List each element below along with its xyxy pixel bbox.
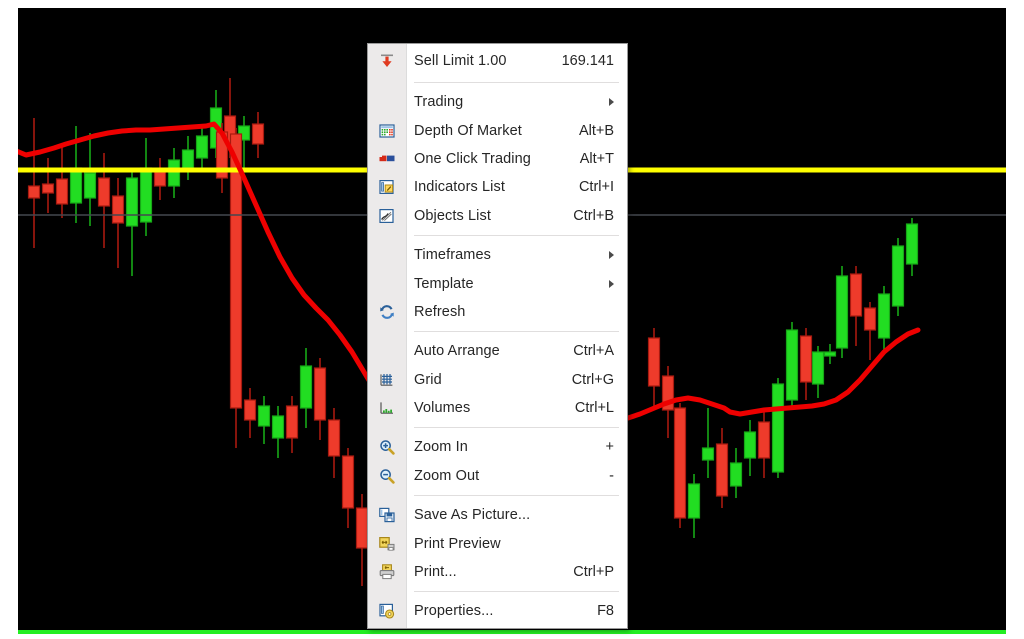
indicators-list-icon: [368, 173, 406, 201]
menu-item-sell-limit[interactable]: Sell Limit 1.00 169.141: [368, 44, 627, 77]
menu-separator: [414, 82, 619, 83]
menu-item-properties[interactable]: Properties... F8: [368, 597, 627, 625]
menu-item-refresh[interactable]: Refresh: [368, 298, 627, 326]
menu-item-indicators-list[interactable]: Indicators List Ctrl+I: [368, 173, 627, 201]
menu-separator: [414, 591, 619, 593]
menu-item-shortcut: 169.141: [561, 52, 614, 69]
objects-list-icon: [368, 202, 406, 230]
menu-item-zoom-out[interactable]: Zoom Out -: [368, 462, 627, 490]
grid-icon: [368, 366, 406, 394]
menu-item-shortcut: -: [609, 467, 614, 484]
menu-item-shortcut: Ctrl+G: [571, 371, 614, 388]
zoom-in-icon: [368, 433, 406, 461]
menu-item-depth-of-market[interactable]: Depth Of Market Alt+B: [368, 116, 627, 144]
sell-limit-arrow-icon: [368, 44, 406, 77]
save-as-picture-icon: [368, 501, 406, 529]
zoom-out-icon: [368, 462, 406, 490]
menu-item-shortcut: F8: [597, 603, 614, 620]
one-click-trading-icon: [368, 145, 406, 173]
menu-item-label: Auto Arrange: [414, 343, 500, 360]
menu-item-label: Objects List: [414, 207, 491, 224]
chevron-right-icon: [609, 251, 614, 260]
menu-item-trading[interactable]: Trading: [368, 88, 627, 116]
bottom-accent-strip: [18, 630, 1006, 634]
menu-item-no-icon: [368, 269, 406, 297]
menu-item-label: Indicators List: [414, 179, 505, 196]
menu-item-label: Refresh: [414, 303, 466, 320]
menu-item-zoom-in[interactable]: Zoom In +: [368, 433, 627, 461]
menu-separator: [414, 427, 619, 429]
screenshot-root: Sell Limit 1.00 169.141 Trading Depth Of Ma…: [0, 0, 1024, 639]
menu-separator: [414, 331, 619, 333]
print-preview-icon: [368, 529, 406, 557]
menu-item-label: Sell Limit 1.00: [414, 52, 507, 69]
menu-item-label: Timeframes: [414, 247, 491, 264]
menu-item-shortcut: Ctrl+P: [573, 564, 614, 581]
menu-item-shortcut: +: [605, 439, 614, 456]
menu-separator: [414, 234, 619, 236]
depth-of-market-icon: [368, 116, 406, 144]
menu-item-shortcut: Ctrl+A: [573, 343, 614, 360]
menu-item-label: Print...: [414, 564, 457, 581]
menu-item-shortcut: Alt+B: [578, 122, 614, 139]
menu-item-template[interactable]: Template: [368, 269, 627, 297]
menu-item-no-icon: [368, 88, 406, 116]
menu-item-label: Save As Picture...: [414, 507, 531, 524]
menu-item-one-click-trading[interactable]: One Click Trading Alt+T: [368, 145, 627, 173]
menu-item-grid[interactable]: Grid Ctrl+G: [368, 366, 627, 394]
menu-item-label: Grid: [414, 371, 442, 388]
menu-item-no-icon: [368, 337, 406, 365]
chevron-right-icon: [609, 279, 614, 288]
menu-item-save-as-picture[interactable]: Save As Picture...: [368, 501, 627, 529]
menu-item-shortcut: Ctrl+B: [573, 207, 614, 224]
menu-item-label: Zoom In: [414, 439, 468, 456]
menu-item-list: Sell Limit 1.00 169.141 Trading Depth Of Ma…: [368, 44, 627, 626]
menu-item-auto-arrange[interactable]: Auto Arrange Ctrl+A: [368, 337, 627, 365]
menu-item-no-icon: [368, 241, 406, 269]
volumes-icon: [368, 394, 406, 422]
menu-item-label: One Click Trading: [414, 150, 531, 167]
menu-item-objects-list[interactable]: Objects List Ctrl+B: [368, 202, 627, 230]
menu-item-label: Trading: [414, 94, 464, 111]
menu-item-label: Properties...: [414, 603, 494, 620]
menu-item-label: Print Preview: [414, 535, 501, 552]
menu-item-shortcut: Ctrl+L: [574, 400, 614, 417]
menu-item-label: Depth Of Market: [414, 122, 522, 139]
chart-context-menu[interactable]: Sell Limit 1.00 169.141 Trading Depth Of Ma…: [367, 43, 628, 629]
chevron-right-icon: [609, 98, 614, 107]
menu-item-print-preview[interactable]: Print Preview: [368, 529, 627, 557]
menu-separator: [414, 495, 619, 497]
refresh-icon: [368, 298, 406, 326]
menu-item-label: Volumes: [414, 400, 471, 417]
menu-item-timeframes[interactable]: Timeframes: [368, 241, 627, 269]
menu-item-shortcut: Alt+T: [579, 150, 614, 167]
menu-item-shortcut: Ctrl+I: [578, 179, 614, 196]
menu-item-volumes[interactable]: Volumes Ctrl+L: [368, 394, 627, 422]
menu-item-print[interactable]: Print... Ctrl+P: [368, 558, 627, 586]
menu-item-label: Template: [414, 275, 474, 292]
menu-item-label: Zoom Out: [414, 467, 480, 484]
print-icon: [368, 558, 406, 586]
properties-icon: [368, 597, 406, 625]
